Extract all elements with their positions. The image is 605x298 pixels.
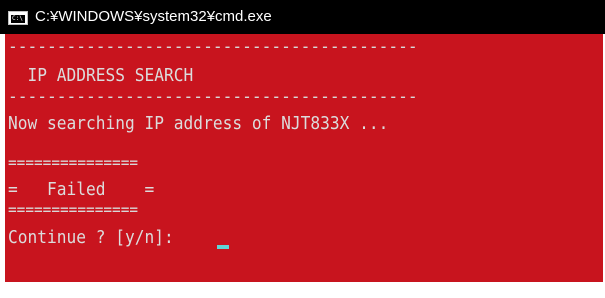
failed-line: = Failed = bbox=[8, 179, 155, 200]
continue-prompt: Continue ? [y/n]: bbox=[8, 227, 184, 248]
text-cursor[interactable] bbox=[217, 245, 229, 249]
console-output[interactable]: ----------------------------------------… bbox=[5, 34, 603, 282]
title-bar[interactable]: C:\ C:¥WINDOWS¥system32¥cmd.exe bbox=[0, 0, 605, 34]
separator-bottom: ----------------------------------------… bbox=[8, 86, 418, 107]
failed-box-bottom: =============== bbox=[8, 200, 139, 219]
separator-top: ----------------------------------------… bbox=[8, 36, 418, 57]
header-line: IP ADDRESS SEARCH bbox=[8, 65, 194, 86]
console-icon-prompt: C:\ bbox=[12, 15, 23, 22]
failed-box-top: =============== bbox=[8, 153, 139, 172]
searching-line: Now searching IP address of NJT833X ... bbox=[8, 113, 389, 134]
console-app-icon[interactable]: C:\ bbox=[8, 11, 28, 25]
window-title: C:¥WINDOWS¥system32¥cmd.exe bbox=[35, 8, 272, 25]
cmd-window: C:\ C:¥WINDOWS¥system32¥cmd.exe --------… bbox=[0, 0, 605, 298]
